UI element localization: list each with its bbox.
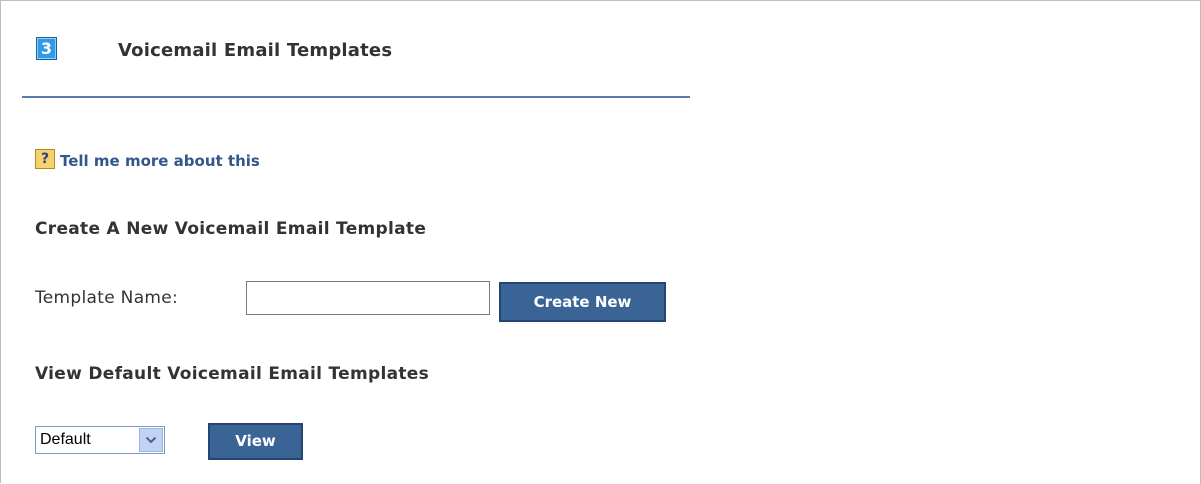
page-title: Voicemail Email Templates [118, 40, 393, 61]
create-template-heading: Create A New Voicemail Email Template [35, 219, 427, 239]
template-name-label: Template Name: [35, 288, 179, 308]
chevron-down-glyph [145, 436, 157, 444]
step-number-icon: 3 [36, 37, 57, 60]
help-link[interactable]: Tell me more about this [60, 152, 260, 170]
view-button[interactable]: View [208, 423, 303, 460]
default-template-select[interactable]: Default [35, 426, 165, 454]
select-value: Default [40, 431, 91, 448]
help-link-row[interactable]: ? Tell me more about this [35, 148, 260, 170]
chevron-down-icon[interactable] [139, 428, 163, 452]
template-name-input[interactable] [246, 281, 490, 315]
create-new-button[interactable]: Create New [499, 282, 666, 322]
view-default-templates-heading: View Default Voicemail Email Templates [35, 364, 430, 384]
page-header: 3 Voicemail Email Templates [22, 24, 690, 98]
question-mark-icon[interactable]: ? [35, 149, 55, 169]
